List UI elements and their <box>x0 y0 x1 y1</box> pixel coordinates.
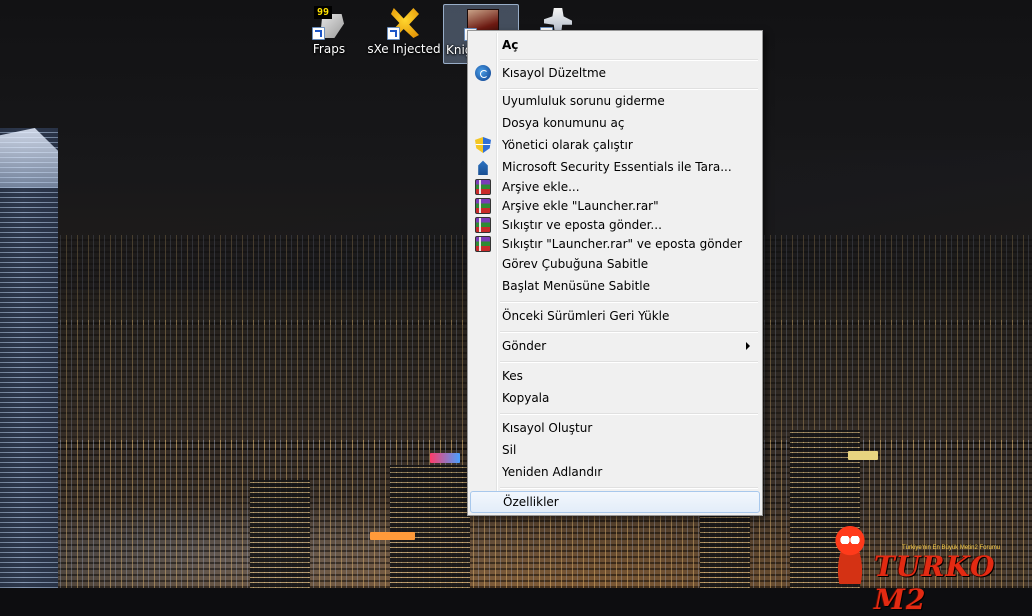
menu-item-delete[interactable]: Sil <box>470 439 760 461</box>
menu-separator <box>500 301 758 303</box>
cc-icon <box>475 65 491 81</box>
menu-separator <box>500 361 758 363</box>
wallpaper-skyscraper <box>0 128 58 588</box>
menu-item-label: Yönetici olarak çalıştır <box>502 138 633 152</box>
menu-item-label: Kopyala <box>502 391 550 405</box>
menu-separator <box>500 487 758 489</box>
menu-item-label: Uyumluluk sorunu giderme <box>502 94 665 108</box>
menu-item-copy[interactable]: Kopyala <box>470 387 760 409</box>
winrar-icon <box>475 179 491 195</box>
desktop-icon-label: Fraps <box>312 42 346 56</box>
winrar-icon <box>475 217 491 233</box>
winrar-icon <box>475 198 491 214</box>
desktop-shortcut-fraps[interactable]: 99 Fraps <box>292 4 366 62</box>
menu-separator <box>500 331 758 333</box>
desktop-icon-label: sXe Injected <box>367 42 441 56</box>
wallpaper-neon-sign <box>430 453 460 463</box>
mse-icon <box>478 160 488 175</box>
menu-item-label: Gönder <box>502 339 547 353</box>
menu-item-label: Arşive ekle "Launcher.rar" <box>502 199 659 213</box>
sxe-injected-icon <box>387 6 421 40</box>
menu-item-open[interactable]: Aç <box>470 34 760 56</box>
turkom2-watermark-logo: Türkiye'nin En Büyük Metin2 Forumu TURKO… <box>822 520 1032 616</box>
watermark-brand: TURKO M2 <box>874 550 996 616</box>
menu-item-shortcut-fix[interactable]: Kısayol Düzeltme <box>470 62 760 84</box>
menu-item-label: Sil <box>502 443 517 457</box>
desktop-shortcut-sxe-injected[interactable]: sXe Injected <box>367 4 441 62</box>
wallpaper-neon-sign <box>848 451 878 460</box>
menu-item-label: Aç <box>502 38 519 52</box>
menu-item-label: Kısayol Düzeltme <box>502 66 607 80</box>
menu-item-label: Kısayol Oluştur <box>502 421 593 435</box>
uac-shield-icon <box>475 137 491 153</box>
mascot-eyes <box>840 536 860 544</box>
menu-item-pin-to-taskbar[interactable]: Görev Çubuğuna Sabitle <box>470 253 760 275</box>
winrar-icon <box>475 236 491 252</box>
wallpaper-building <box>390 465 470 588</box>
menu-item-label: Yeniden Adlandır <box>502 465 603 479</box>
menu-item-label: Kes <box>502 369 523 383</box>
menu-item-label: Sıkıştır ve eposta gönder... <box>502 218 662 232</box>
menu-separator <box>500 413 758 415</box>
wallpaper-building <box>250 480 310 588</box>
menu-item-cut[interactable]: Kes <box>470 365 760 387</box>
menu-item-scan-with-mse[interactable]: Microsoft Security Essentials ile Tara..… <box>470 156 760 178</box>
menu-item-send-to[interactable]: Gönder <box>470 335 760 357</box>
menu-item-run-as-administrator[interactable]: Yönetici olarak çalıştır <box>470 134 760 156</box>
menu-item-label: Önceki Sürümleri Geri Yükle <box>502 309 670 323</box>
shortcut-arrow-icon <box>312 27 325 40</box>
menu-item-label: Dosya konumunu aç <box>502 116 625 130</box>
submenu-arrow-icon <box>746 342 750 350</box>
menu-item-label: Özellikler <box>503 495 559 509</box>
menu-item-label: Sıkıştır "Launcher.rar" ve eposta gönder <box>502 237 743 251</box>
shortcut-arrow-icon <box>387 27 400 40</box>
menu-item-label: Microsoft Security Essentials ile Tara..… <box>502 160 732 174</box>
context-menu: Aç Kısayol Düzeltme Uyumluluk sorunu gid… <box>467 30 763 516</box>
menu-item-label: Görev Çubuğuna Sabitle <box>502 257 649 271</box>
menu-item-pin-to-start-menu[interactable]: Başlat Menüsüne Sabitle <box>470 275 760 297</box>
menu-item-label: Arşive ekle... <box>502 180 580 194</box>
menu-item-create-shortcut[interactable]: Kısayol Oluştur <box>470 417 760 439</box>
menu-item-troubleshoot-compatibility[interactable]: Uyumluluk sorunu giderme <box>470 90 760 112</box>
menu-item-compress-launcher-rar-and-email[interactable]: Sıkıştır "Launcher.rar" ve eposta gönder <box>470 233 760 255</box>
fraps-icon: 99 <box>312 6 346 40</box>
menu-item-restore-previous-versions[interactable]: Önceki Sürümleri Geri Yükle <box>470 305 760 327</box>
menu-item-open-file-location[interactable]: Dosya konumunu aç <box>470 112 760 134</box>
menu-separator <box>500 59 758 61</box>
menu-item-rename[interactable]: Yeniden Adlandır <box>470 461 760 483</box>
wallpaper-neon-sign <box>370 532 415 540</box>
menu-item-label: Başlat Menüsüne Sabitle <box>502 279 650 293</box>
menu-item-properties[interactable]: Özellikler <box>470 491 760 513</box>
mascot-icon <box>830 522 870 584</box>
